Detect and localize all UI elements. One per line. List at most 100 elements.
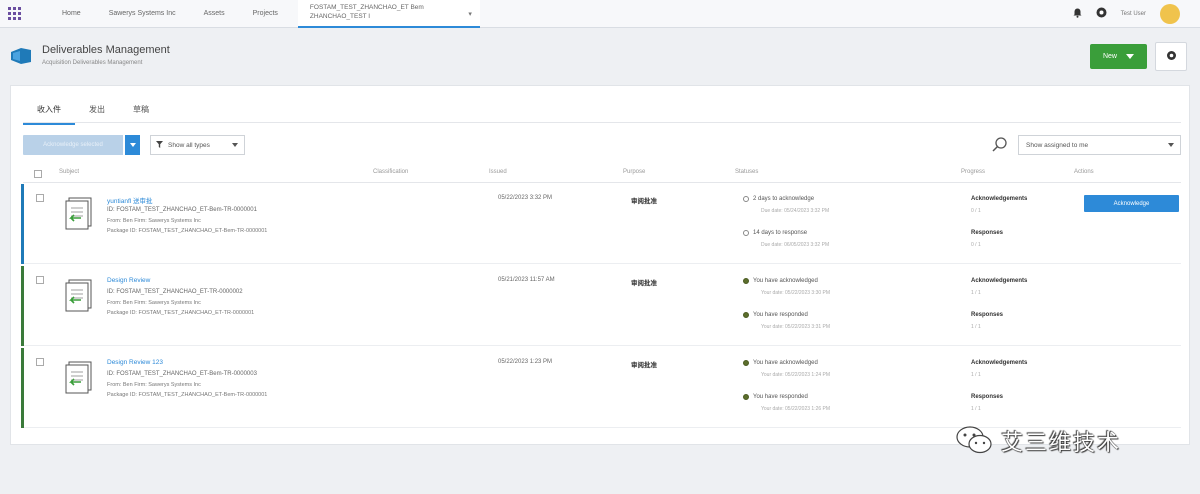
row-ack-value: 1 / 1: [971, 372, 981, 378]
column-classification[interactable]: Classification: [373, 169, 408, 175]
page-subtitle: Acquisition Deliverables Management: [42, 60, 143, 66]
row-status-2: 14 days to response: [743, 230, 807, 236]
nav-company[interactable]: Sawerys Systems Inc: [95, 0, 190, 28]
select-all-checkbox[interactable]: [34, 170, 42, 178]
page-title: Deliverables Management: [42, 44, 170, 56]
row-id: ID: FOSTAM_TEST_ZHANCHAO_ET-TR-0000002: [107, 289, 243, 295]
assignment-filter-select[interactable]: Show assigned to me: [1018, 135, 1181, 155]
nav-home[interactable]: Home: [48, 0, 95, 28]
active-tab-line1: FOSTAM_TEST_ZHANCHAO_ET Bem: [309, 3, 424, 11]
tab-inbox[interactable]: 收入件: [23, 98, 75, 125]
row-title-link[interactable]: yuntianfl 送审批: [107, 195, 153, 205]
table-row[interactable]: yuntianfl 送审批 ID: FOSTAM_TEST_ZHANCHAO_E…: [21, 184, 1181, 264]
transmittal-document-icon: [61, 278, 95, 312]
tab-divider: [23, 122, 1181, 123]
check-circle-icon: [743, 278, 749, 284]
column-actions[interactable]: Actions: [1074, 169, 1094, 175]
wechat-icon: [955, 425, 993, 457]
acknowledge-selected-button[interactable]: Acknowledge selected: [23, 135, 123, 155]
check-circle-icon: [743, 394, 749, 400]
gear-icon: [1166, 50, 1177, 63]
nav-assets[interactable]: Assets: [190, 0, 239, 28]
avatar[interactable]: [1160, 3, 1180, 24]
row-title-link[interactable]: Design Review 123: [107, 359, 163, 366]
row-from: From: Ben Firm: Sawerys Systems Inc: [107, 300, 201, 306]
row-status-1-text: You have acknowledged: [753, 360, 818, 366]
column-subject[interactable]: Subject: [59, 169, 79, 175]
search-icon[interactable]: [991, 136, 1009, 154]
user-name[interactable]: Test User: [1121, 11, 1146, 17]
row-accent-bar: [21, 348, 24, 428]
type-filter-select[interactable]: Show all types: [150, 135, 245, 155]
tab-sent[interactable]: 发出: [75, 98, 119, 125]
row-checkbox[interactable]: [36, 358, 44, 366]
row-resp-value: 0 / 1: [971, 242, 981, 248]
settings-button[interactable]: [1155, 42, 1187, 71]
row-status-2-sub: Your date: 05/22/2023 3:31 PM: [761, 324, 831, 330]
active-tab-line2: ZHANCHAO_TEST I: [309, 12, 371, 20]
row-status-1: 2 days to acknowledge: [743, 196, 814, 202]
watermark: 艾三维技术: [955, 425, 1121, 457]
row-ack-label: Acknowledgements: [971, 360, 1028, 366]
row-resp-label: Responses: [971, 394, 1004, 400]
row-issued: 05/22/2023 1:23 PM: [498, 359, 553, 365]
row-checkbox[interactable]: [36, 194, 44, 202]
new-button[interactable]: New: [1090, 44, 1147, 69]
row-status-2-text: 14 days to response: [753, 230, 808, 236]
row-package: Package ID: FOSTAM_TEST_ZHANCHAO_ET-Bem-…: [107, 392, 268, 398]
row-package: Package ID: FOSTAM_TEST_ZHANCHAO_ET-TR-0…: [107, 310, 255, 316]
row-accent-bar: [21, 184, 24, 264]
bell-icon[interactable]: [1073, 8, 1082, 20]
help-icon[interactable]: [1096, 7, 1107, 20]
check-circle-icon: [743, 360, 749, 366]
type-filter-label: Show all types: [168, 141, 210, 149]
row-title-link[interactable]: Design Review: [107, 277, 150, 284]
row-purpose: 审阅批准: [631, 280, 657, 287]
transmittal-document-icon: [61, 360, 95, 394]
row-ack-label: Acknowledgements: [971, 278, 1028, 284]
acknowledge-button[interactable]: Acknowledge: [1084, 195, 1179, 212]
row-status-1-sub: Due date: 05/24/2023 3:32 PM: [761, 208, 830, 214]
row-ack-value: 0 / 1: [971, 208, 981, 214]
row-status-2-text: You have responded: [753, 312, 808, 318]
column-progress[interactable]: Progress: [961, 169, 985, 175]
row-checkbox[interactable]: [36, 276, 44, 284]
row-status-1-sub: Your date: 05/22/2023 3:30 PM: [761, 290, 831, 296]
row-id: ID: FOSTAM_TEST_ZHANCHAO_ET-Bem-TR-00000…: [107, 207, 257, 213]
page-header: Deliverables Management Acquisition Deli…: [0, 29, 1200, 84]
column-statuses[interactable]: Statuses: [735, 169, 758, 175]
nav-projects[interactable]: Projects: [239, 0, 292, 28]
caret-down-icon: [1168, 143, 1174, 147]
row-id: ID: FOSTAM_TEST_ZHANCHAO_ET-Bem-TR-00000…: [107, 371, 257, 377]
deliverables-logo-icon: [10, 47, 32, 65]
watermark-text: 艾三维技术: [1001, 431, 1122, 456]
clock-icon: [743, 196, 749, 202]
new-button-label: New: [1102, 53, 1117, 60]
app-launcher-icon[interactable]: [0, 0, 28, 28]
tab-drafts[interactable]: 草稿: [119, 98, 163, 125]
row-from: From: Ben Firm: Sawerys Systems Inc: [107, 218, 201, 224]
row-resp-value: 1 / 1: [971, 406, 981, 412]
nav-active-project-tab[interactable]: FOSTAM_TEST_ZHANCHAO_ET Bem ZHANCHAO_TES…: [297, 0, 480, 28]
table-header: Subject Classification Issued Purpose St…: [23, 165, 1181, 183]
row-resp-label: Responses: [971, 230, 1004, 236]
row-status-2-sub: Due date: 06/05/2023 3:32 PM: [761, 242, 830, 248]
row-status-2: You have responded: [743, 394, 808, 400]
filter-bar: Acknowledge selected Show all types Show…: [23, 135, 1181, 157]
caret-down-icon: [129, 143, 136, 147]
table-row[interactable]: Design Review 123 ID: FOSTAM_TEST_ZHANCH…: [21, 348, 1181, 428]
row-status-2: You have responded: [743, 312, 808, 318]
table-row[interactable]: Design Review ID: FOSTAM_TEST_ZHANCHAO_E…: [21, 266, 1181, 346]
column-issued[interactable]: Issued: [489, 169, 507, 175]
row-resp-label: Responses: [971, 312, 1004, 318]
row-status-2-sub: Your date: 05/22/2023 1:26 PM: [761, 406, 831, 412]
bulk-action-dropdown[interactable]: [125, 135, 140, 155]
column-purpose[interactable]: Purpose: [623, 169, 645, 175]
row-status-2-text: You have responded: [753, 394, 808, 400]
row-ack-label: Acknowledgements: [971, 196, 1028, 202]
transmittal-document-icon: [61, 196, 95, 230]
filter-icon: [156, 140, 163, 150]
row-status-1-sub: Your date: 05/22/2023 1:24 PM: [761, 372, 831, 378]
row-status-1: You have acknowledged: [743, 278, 818, 284]
row-from: From: Ben Firm: Sawerys Systems Inc: [107, 382, 201, 388]
